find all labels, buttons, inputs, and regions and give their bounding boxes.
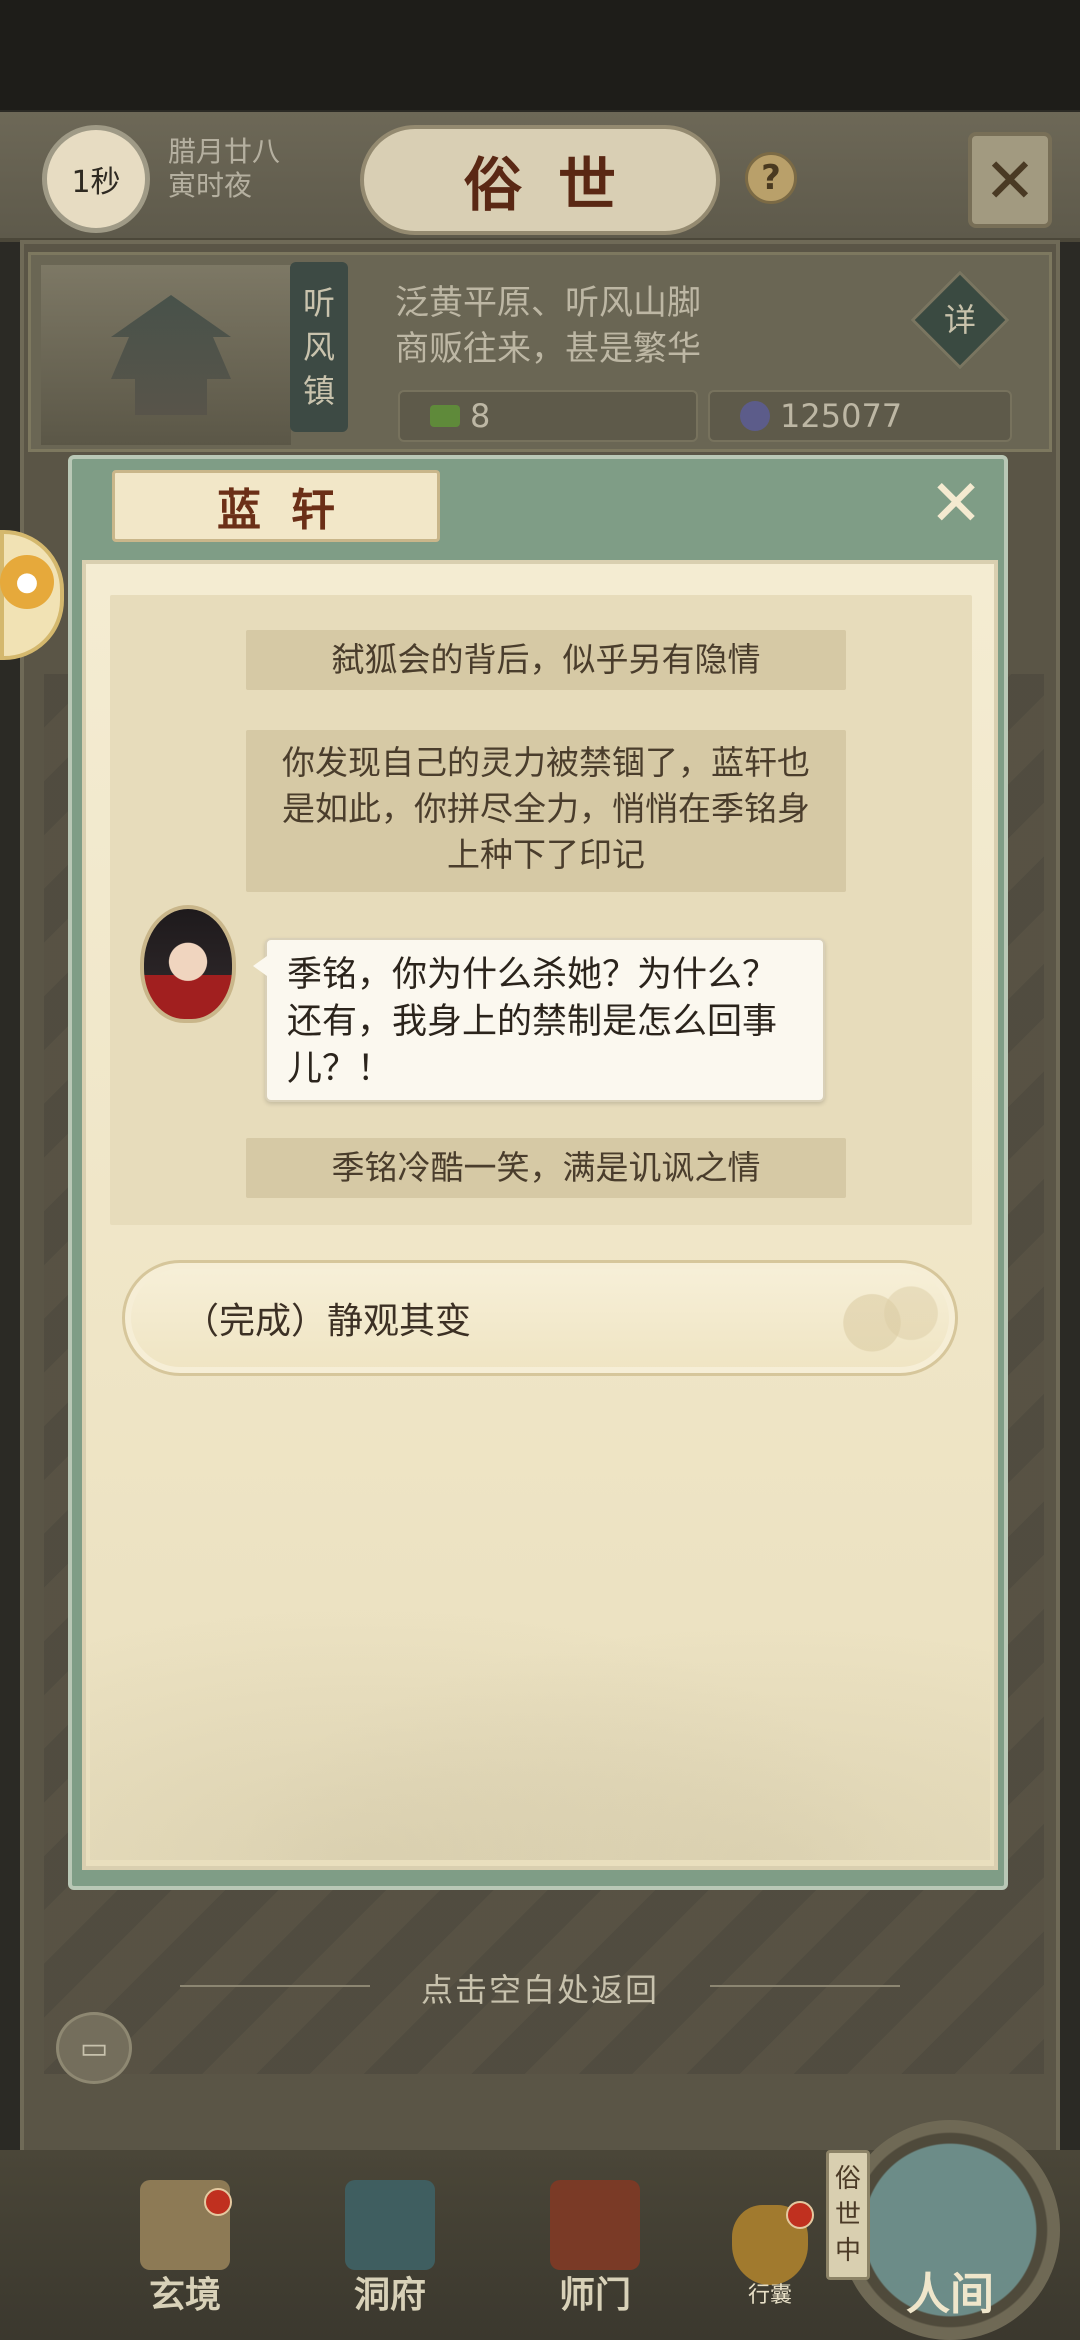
nav-item-dongfu[interactable]: 洞府 (325, 2180, 455, 2330)
location-desc-line-2: 商贩往来，甚是繁华 (395, 329, 701, 369)
dialog-close-icon[interactable]: ✕ (922, 467, 990, 541)
narration-line: 季铭冷酷一笑，满是讥讽之情 (246, 1138, 846, 1198)
location-desc-line-1: 泛黄平原、听风山脚 (395, 283, 701, 323)
location-name-char: 听 (302, 284, 335, 322)
coin-icon (740, 401, 770, 431)
renjian-label: 人间 (906, 2269, 994, 2320)
chat-icon[interactable]: ▭ (56, 2012, 132, 2084)
location-name-char: 镇 (302, 372, 335, 410)
date-line-1: 腊月廿八 (168, 135, 281, 168)
nav-item-xuanjing[interactable]: 玄境 (120, 2180, 250, 2330)
banner-icon (550, 2180, 640, 2270)
speech-bubble: 季铭，你为什么杀她？为什么？还有，我身上的禁制是怎么回事儿？！ (253, 938, 825, 1102)
page-title: 俗世 (360, 125, 720, 235)
dialog-title: 蓝轩 (112, 470, 440, 542)
purse-label: 行囊 (747, 2283, 792, 2308)
detail-label: 详 (943, 301, 976, 339)
narration-line: 你发现自己的灵力被禁锢了，蓝轩也是如此，你拼尽全力，悄悄在季铭身上种下了印记 (246, 730, 846, 892)
location-name: 听 风 镇 (290, 262, 348, 432)
resource-spirit-stone-value: 8 (470, 397, 491, 435)
hint-divider-right (710, 1985, 900, 1987)
status-tag: 俗 世 中 (826, 2150, 870, 2280)
resource-coin: 125077 (708, 390, 1012, 442)
location-description: 泛黄平原、听风山脚 商贩往来，甚是繁华 (395, 280, 701, 372)
status-tag-char: 中 (834, 2236, 861, 2266)
mountain-landscape-decoration (90, 1560, 990, 1860)
nav-item-purse[interactable]: 行囊 (720, 2201, 820, 2315)
notification-dot (786, 2201, 814, 2229)
nav-label: 师门 (558, 2274, 631, 2316)
status-tag-char: 俗 (834, 2164, 861, 2194)
time-speed-badge[interactable]: 1秒 (42, 125, 150, 233)
location-name-char: 风 (302, 328, 335, 366)
location-art (41, 265, 291, 445)
header-close-icon[interactable]: ✕ (968, 132, 1052, 228)
nav-label: 玄境 (148, 2274, 221, 2316)
gamepad-icon[interactable]: ● (0, 555, 54, 609)
jade-icon (430, 405, 460, 427)
nav-item-shimen[interactable]: 师门 (530, 2180, 660, 2330)
pavilion-icon (345, 2180, 435, 2270)
cloud-decoration (820, 1270, 950, 1366)
character-avatar (140, 905, 236, 1023)
tap-to-return-hint: 点击空白处返回 (420, 1971, 659, 2009)
narration-line: 弑狐会的背后，似乎另有隐情 (246, 630, 846, 690)
nav-label: 洞府 (353, 2274, 426, 2316)
status-bar (0, 0, 1080, 110)
notification-dot (204, 2188, 232, 2216)
resource-coin-value: 125077 (780, 397, 903, 435)
status-tag-char: 世 (834, 2200, 861, 2230)
date-line-2: 寅时夜 (168, 169, 253, 202)
game-date: 腊月廿八 寅时夜 (168, 135, 280, 203)
resource-spirit-stone: 8 (398, 390, 698, 442)
pagoda-icon (111, 295, 231, 415)
help-icon[interactable]: ? (745, 152, 797, 204)
